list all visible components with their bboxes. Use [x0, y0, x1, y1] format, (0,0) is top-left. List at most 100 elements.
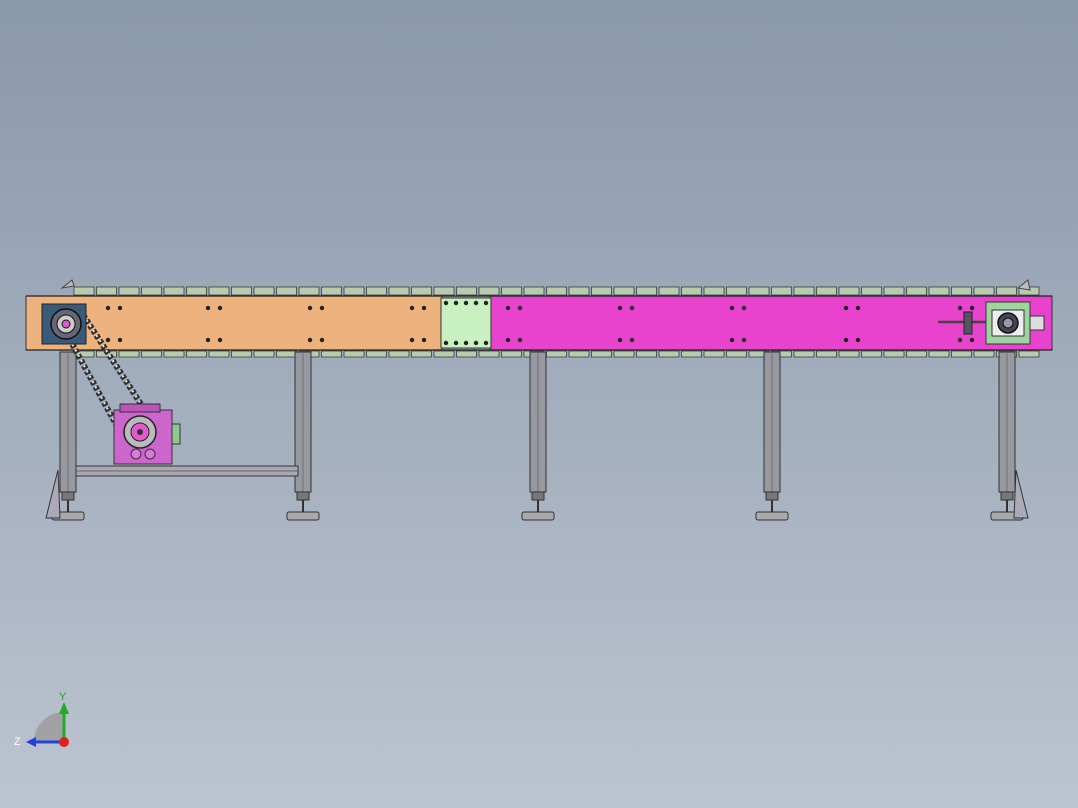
- bolt-hole: [855, 337, 861, 343]
- slat: [658, 286, 680, 296]
- bolt-hole: [505, 337, 511, 343]
- return-slat: [568, 350, 590, 358]
- bolt-hole: [957, 305, 963, 311]
- slat: [523, 286, 545, 296]
- bolt-hole: [473, 300, 479, 306]
- slat: [703, 286, 725, 296]
- slat: [681, 286, 702, 296]
- return-slat: [433, 350, 455, 358]
- bolt-hole: [855, 305, 861, 311]
- bolt-hole: [741, 305, 747, 311]
- slat: [456, 286, 477, 296]
- conveyor-frame[interactable]: [25, 295, 1053, 351]
- cover-plate: [440, 297, 492, 349]
- bolt-hole: [307, 305, 313, 311]
- bolt-hole: [483, 300, 489, 306]
- slat: [568, 286, 590, 296]
- leg-foot-adjuster: [296, 491, 310, 501]
- y-axis-label: Y: [59, 691, 67, 703]
- return-slat: [253, 350, 275, 358]
- return-slat: [793, 350, 815, 358]
- bolt-hole: [483, 340, 489, 346]
- bolt-hole: [217, 305, 223, 311]
- slat: [501, 286, 522, 296]
- bolt-hole: [307, 337, 313, 343]
- return-slat: [681, 350, 702, 358]
- return-slat: [163, 350, 185, 358]
- return-slat: [726, 350, 747, 358]
- return-slat: [501, 350, 522, 358]
- z-axis-label: Z: [14, 736, 21, 748]
- return-slat: [411, 350, 432, 358]
- slat: [231, 286, 252, 296]
- return-slat: [388, 350, 410, 358]
- bolt-hole: [729, 337, 735, 343]
- slat: [433, 286, 455, 296]
- leg-foot-adjuster: [531, 491, 545, 501]
- return-slat: [591, 350, 612, 358]
- return-slat: [141, 350, 162, 358]
- slat: [906, 286, 927, 296]
- bolt-hole: [517, 305, 523, 311]
- slat: [276, 286, 297, 296]
- slat: [973, 286, 995, 296]
- front-end-guard: [60, 279, 75, 289]
- bolt-hole: [505, 305, 511, 311]
- bolt-hole: [843, 337, 849, 343]
- axis-triad: Y Z: [14, 691, 69, 748]
- bolt-hole: [453, 340, 459, 346]
- gear-motor: [113, 403, 181, 465]
- slat: [298, 286, 320, 296]
- return-slat: [321, 350, 342, 358]
- bolt-hole: [463, 300, 469, 306]
- bolt-hole: [421, 337, 427, 343]
- bolt-hole: [443, 340, 449, 346]
- bolt-hole: [463, 340, 469, 346]
- bolt-hole: [421, 305, 427, 311]
- leg-foot-pad: [755, 511, 789, 521]
- head-sprocket: [41, 303, 87, 345]
- leg-brace-right: [1013, 469, 1029, 519]
- slat: [343, 286, 365, 296]
- return-slat: [658, 350, 680, 358]
- bolt-hole: [473, 340, 479, 346]
- return-slat: [478, 350, 500, 358]
- return-slat: [276, 350, 297, 358]
- support-legs: [45, 351, 1029, 521]
- slat: [118, 286, 140, 296]
- model-drawing[interactable]: Y Z: [0, 0, 1078, 808]
- bolt-hole: [205, 305, 211, 311]
- bolt-hole: [629, 305, 635, 311]
- bolt-hole: [741, 337, 747, 343]
- slat: [478, 286, 500, 296]
- return-slat: [951, 350, 972, 358]
- slat: [816, 286, 837, 296]
- cad-viewport[interactable]: Y Z: [0, 0, 1078, 808]
- conveyor-return-slats: [73, 350, 1040, 358]
- slat: [793, 286, 815, 296]
- bolt-hole: [617, 337, 623, 343]
- bolt-hole: [729, 305, 735, 311]
- return-slat: [366, 350, 387, 358]
- return-slat: [118, 350, 140, 358]
- slat: [883, 286, 905, 296]
- leg-foot-adjuster: [1000, 491, 1014, 501]
- return-slat: [343, 350, 365, 358]
- slat: [208, 286, 230, 296]
- return-slat: [208, 350, 230, 358]
- rear-end-guard: [1016, 279, 1031, 291]
- return-slat: [546, 350, 567, 358]
- bolt-hole: [843, 305, 849, 311]
- bolt-hole: [957, 337, 963, 343]
- leg-foot-adjuster: [765, 491, 779, 501]
- return-slat: [883, 350, 905, 358]
- return-slat: [186, 350, 207, 358]
- slat: [411, 286, 432, 296]
- return-slat: [703, 350, 725, 358]
- return-slat: [838, 350, 860, 358]
- slat: [366, 286, 387, 296]
- bolt-hole: [409, 337, 415, 343]
- slat: [141, 286, 162, 296]
- slat: [186, 286, 207, 296]
- bolt-hole: [105, 337, 111, 343]
